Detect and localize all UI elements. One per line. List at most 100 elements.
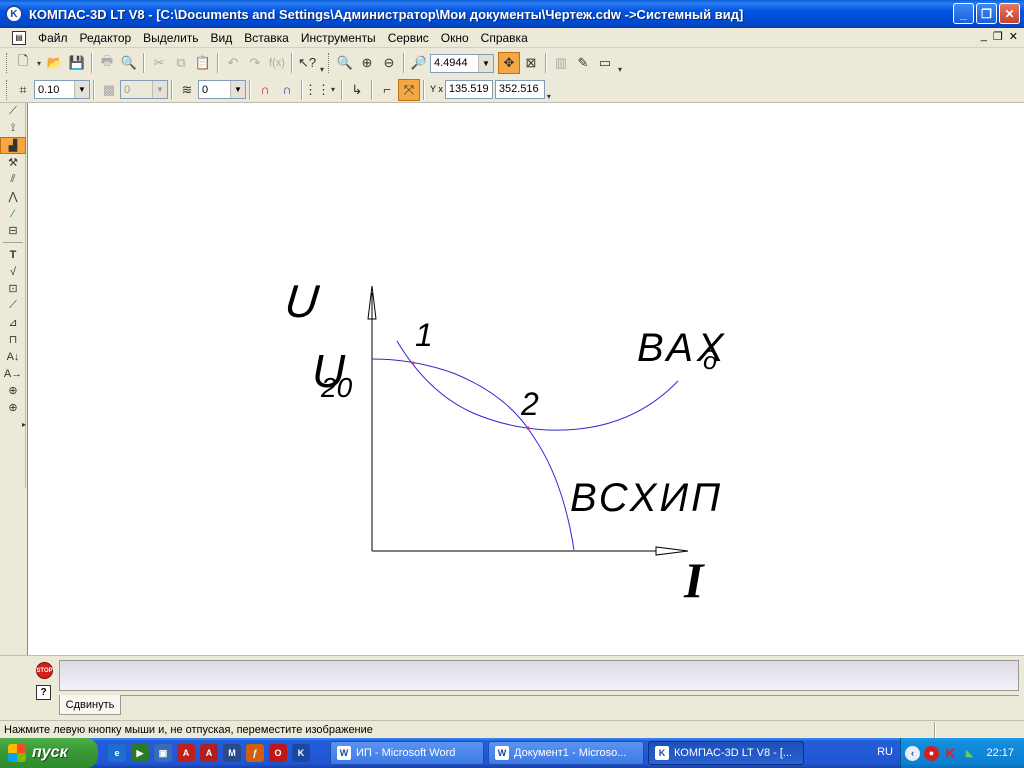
geometry-icon[interactable]: ⟋	[0, 103, 26, 120]
step-combo[interactable]: 0.10 ▼	[34, 80, 90, 99]
edit-tools-icon[interactable]: ⟟	[0, 120, 26, 137]
copy-icon[interactable]: ⧉	[170, 52, 192, 74]
tray-app-icon[interactable]: ●	[924, 745, 939, 761]
zoom-in-icon[interactable]: ⊕	[356, 52, 378, 74]
title-bar[interactable]: K КОМПАС-3D LT V8 - [C:\Documents and Se…	[0, 0, 1024, 28]
local-snap-icon[interactable]: ∩	[276, 79, 298, 101]
cut-line-icon[interactable]: A→	[0, 365, 26, 382]
autocad-icon[interactable]: A	[200, 744, 218, 762]
menu-service[interactable]: Сервис	[382, 29, 435, 47]
menu-tools[interactable]: Инструменты	[295, 29, 382, 47]
tab-move[interactable]: Сдвинуть	[59, 695, 121, 715]
x-coordinate-field[interactable]: 135.519	[444, 80, 493, 99]
print-preview-icon[interactable]: 🔍	[118, 52, 140, 74]
zoom-combo[interactable]: 4.4944 ▼	[430, 53, 494, 73]
palette-expand-icon[interactable]: ▸	[0, 416, 26, 433]
toolbar-grip[interactable]	[328, 53, 331, 73]
menu-help[interactable]: Справка	[475, 29, 534, 47]
dropdown-arrow-icon[interactable]: ▾	[328, 79, 338, 101]
cursor-step-icon[interactable]: ⌗	[12, 79, 34, 101]
snap-magnet-icon[interactable]: ∩	[254, 79, 276, 101]
toolbar-overflow-icon[interactable]: ▾	[616, 52, 624, 74]
grid-icon[interactable]: ⋮⋮	[304, 79, 330, 101]
local-cs-icon[interactable]: ↳	[346, 79, 368, 101]
chevron-down-icon[interactable]: ▼	[230, 81, 245, 98]
taskbar-button-word-ip[interactable]: W ИП - Microsoft Word	[330, 741, 484, 765]
chevron-down-icon[interactable]: ▼	[478, 54, 493, 72]
zoom-scale-icon[interactable]: 🔎	[408, 52, 430, 74]
layers-icon[interactable]: ≋	[176, 79, 198, 101]
toolbar-grip[interactable]	[6, 53, 9, 73]
toolbar-overflow-icon[interactable]: ▾	[318, 52, 326, 74]
context-help-icon[interactable]: ↖?	[296, 52, 318, 74]
open-folder-icon[interactable]: 📂	[44, 52, 66, 74]
kompas-quick-icon[interactable]: K	[292, 744, 310, 762]
help-button[interactable]: ?	[36, 685, 51, 700]
taskbar-button-word-doc1[interactable]: W Документ1 - Microso...	[488, 741, 644, 765]
new-document-icon[interactable]: 🗋	[12, 52, 34, 74]
print-icon[interactable]: 🖶	[96, 52, 118, 74]
editing-icon[interactable]: ⚒	[0, 154, 26, 171]
menu-window[interactable]: Окно	[435, 29, 475, 47]
doc-minimize-button[interactable]: _	[981, 30, 987, 43]
undo-icon[interactable]: ↶	[222, 52, 244, 74]
style-combo[interactable]: 0 ▼	[120, 80, 168, 99]
menu-view[interactable]: Вид	[205, 29, 239, 47]
chevron-down-icon[interactable]: ▼	[74, 81, 89, 98]
roughness-icon[interactable]: √	[0, 263, 26, 280]
tray-collapse-icon[interactable]: ‹	[905, 745, 920, 761]
redo-icon[interactable]: ↷	[244, 52, 266, 74]
stop-command-button[interactable]: STOP	[36, 662, 53, 679]
menu-insert[interactable]: Вставка	[238, 29, 295, 47]
chevron-down-icon[interactable]: ▼	[152, 81, 167, 98]
measure-icon[interactable]: ⋀	[0, 188, 26, 205]
doc-restore-button[interactable]: ❐	[993, 30, 1003, 43]
y-coordinate-field[interactable]: 352.516	[494, 80, 545, 99]
language-indicator[interactable]: RU	[877, 746, 893, 758]
position-icon[interactable]: ⊿	[0, 314, 26, 331]
minimize-button[interactable]: _	[953, 3, 974, 24]
kompas-app-icon[interactable]: K	[5, 5, 23, 23]
toolbar-grip[interactable]	[6, 79, 9, 100]
layer-combo[interactable]: 0 ▼	[198, 80, 246, 99]
network-icon[interactable]: ◣	[962, 746, 977, 761]
menu-editor[interactable]: Редактор	[74, 29, 138, 47]
drawing-svg[interactable]: U U 20 1 2 ВАХ д ВСХИП I	[28, 103, 1024, 655]
text-icon[interactable]: T	[0, 246, 26, 263]
media-player-icon[interactable]: ▶	[131, 744, 149, 762]
close-button[interactable]: ✕	[999, 3, 1020, 24]
edit-icon[interactable]: ✎	[572, 52, 594, 74]
zoom-out-icon[interactable]: ⊖	[378, 52, 400, 74]
tolerance-icon[interactable]: ⊓	[0, 331, 26, 348]
center-mark-icon[interactable]: ⊕	[0, 399, 26, 416]
dimensions-icon[interactable]: ▟	[0, 137, 26, 154]
clock[interactable]: 22:17	[986, 747, 1014, 759]
taskbar-button-kompas[interactable]: K КОМПАС-3D LT V8 - [...	[648, 741, 804, 765]
cut-icon[interactable]: ✂	[148, 52, 170, 74]
manager-icon[interactable]: ▥	[550, 52, 572, 74]
selection-icon[interactable]: ⁄	[0, 205, 26, 222]
spec-icon[interactable]: ⊕	[0, 382, 26, 399]
associative-views-icon[interactable]: ⊟	[0, 222, 26, 239]
flash-icon[interactable]: ƒ	[246, 744, 264, 762]
parametrization-icon[interactable]: ⫽	[0, 171, 26, 188]
pan-icon[interactable]: ✥	[498, 52, 520, 74]
dropdown-arrow-icon[interactable]: ▾	[34, 52, 44, 74]
opera-icon[interactable]: O	[269, 744, 287, 762]
acrobat-icon[interactable]: A	[177, 744, 195, 762]
function-icon[interactable]: f(x)	[266, 52, 288, 74]
arrow-view-icon[interactable]: A↓	[0, 348, 26, 365]
parametric-mode-icon[interactable]: ⤧	[398, 78, 420, 101]
menu-select[interactable]: Выделить	[137, 29, 204, 47]
menu-file[interactable]: Файл	[32, 29, 74, 47]
style-icon[interactable]: ▩	[98, 79, 120, 101]
paste-icon[interactable]: 📋	[192, 52, 214, 74]
leader-icon[interactable]: ⟋	[0, 297, 26, 314]
drawing-canvas[interactable]: U U 20 1 2 ВАХ д ВСХИП I	[27, 103, 1024, 655]
doc-close-button[interactable]: ✕	[1009, 30, 1018, 43]
ortho-mode-icon[interactable]: ⌐	[376, 79, 398, 101]
toolbar-overflow-icon[interactable]: ▾	[545, 79, 553, 101]
show-all-icon[interactable]: ⊠	[520, 52, 542, 74]
kaspersky-icon[interactable]: K	[943, 745, 958, 761]
document-icon[interactable]: ▤	[12, 30, 26, 45]
